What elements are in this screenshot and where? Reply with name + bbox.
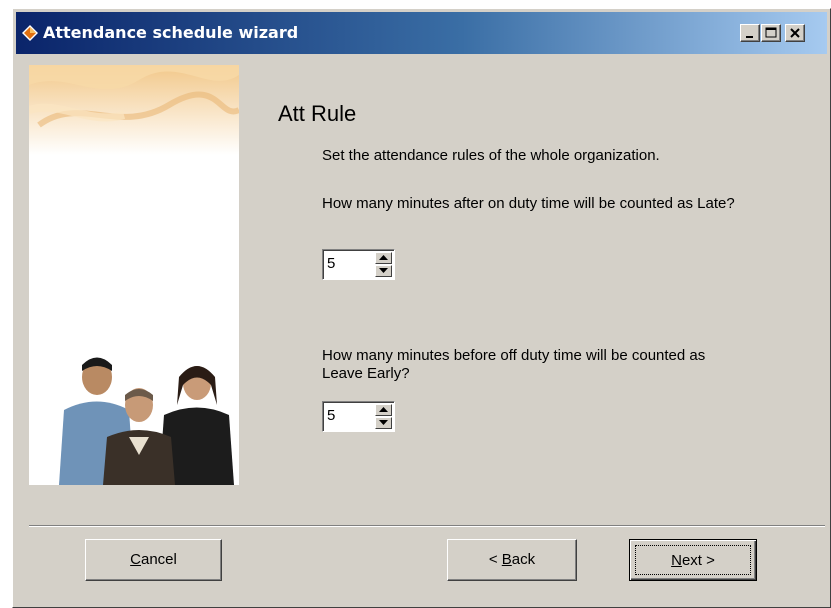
close-button[interactable] [785,24,805,42]
leave-early-minutes-label: How many minutes before off duty time wi… [322,347,706,382]
maximize-icon [765,27,777,38]
late-minutes-spinner[interactable] [322,249,395,280]
arrow-down-icon [379,268,388,273]
back-mnemonic: B [501,551,512,568]
leave-early-minutes-input[interactable] [327,407,357,424]
late-spinner-buttons [375,252,392,277]
minimize-button[interactable] [740,24,760,42]
back-button[interactable]: < Back [447,539,577,581]
people-photo-illustration [29,65,239,485]
title-bar[interactable]: Attendance schedule wizard [16,12,827,54]
arrow-up-icon [379,407,388,412]
maximize-button[interactable] [761,24,781,42]
close-icon [790,28,800,38]
next-label: ext > [681,552,715,569]
late-spin-down-button[interactable] [375,265,392,277]
back-label: ack [511,551,536,568]
cancel-button[interactable]: Cancel [85,539,222,581]
late-minutes-input[interactable] [327,255,357,272]
late-minutes-label: How many minutes after on duty time will… [322,195,735,212]
wizard-window: Attendance schedule wizard Att Rule Set … [12,8,831,608]
wizard-banner-image [29,65,239,485]
intro-text: Set the attendance rules of the whole or… [322,147,660,164]
arrow-up-icon [379,255,388,260]
next-button[interactable]: Next > [629,539,757,581]
late-spin-up-button[interactable] [375,252,392,264]
leave-early-spinner-buttons [375,404,392,429]
cancel-label: ancel [140,551,177,568]
cancel-mnemonic: C [130,551,141,568]
page-title: Att Rule [278,101,357,126]
arrow-down-icon [379,420,388,425]
app-diamond-icon [22,25,38,41]
back-prefix: < [488,551,502,568]
leave-early-spin-down-button[interactable] [375,417,392,429]
window-title: Attendance schedule wizard [43,23,299,42]
button-bar-divider [29,525,825,527]
leave-early-spin-up-button[interactable] [375,404,392,416]
leave-early-minutes-spinner[interactable] [322,401,395,432]
next-focus-rect: Next > [635,545,751,575]
minimize-icon [746,36,753,38]
next-mnemonic: N [671,552,682,569]
